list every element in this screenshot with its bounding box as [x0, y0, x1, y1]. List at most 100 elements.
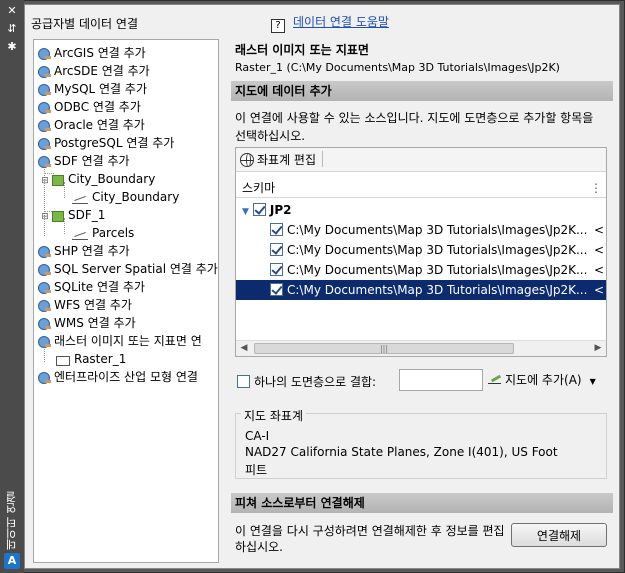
- disconnect-section-header: 피쳐 소스로부터 연결해제: [231, 493, 613, 513]
- tree-item-sql-server-spatial[interactable]: SQL Server Spatial 연결 추가: [38, 260, 218, 278]
- tree-item-label: 엔터프라이즈 산업 모형 연결: [54, 370, 198, 384]
- toolbar-separator: [322, 151, 324, 167]
- tree-item-label: SQL Server Spatial 연결 추가: [54, 262, 218, 276]
- tree-item-city-boundary-layer[interactable]: ⊟ City_Boundary: [40, 170, 155, 188]
- map-coord-system-label: 지도 좌표계: [241, 407, 307, 424]
- schema-column-label: 스키마: [242, 181, 276, 195]
- raster-row[interactable]: C:\My Documents\Map 3D Tutorials\Images\…: [236, 220, 606, 240]
- tree-item-label: City_Boundary: [92, 190, 180, 204]
- schema-group-checkbox[interactable]: [252, 203, 266, 216]
- disconnect-button[interactable]: 연결해제: [511, 523, 607, 547]
- scroll-right-icon[interactable]: ▶: [590, 341, 606, 356]
- edit-coord-system-label: 좌표계 편집: [257, 153, 317, 167]
- raster-row-overflow: <: [593, 243, 604, 257]
- scroll-left-icon[interactable]: ◀: [236, 341, 252, 356]
- grid-horizontal-scrollbar[interactable]: ◀ ||| ▶: [236, 340, 606, 356]
- edit-coord-system-button[interactable]: 좌표계 편집: [240, 153, 316, 167]
- tree-item-raster-1[interactable]: Raster_1: [56, 350, 126, 368]
- raster-row-checkbox[interactable]: [270, 263, 283, 276]
- column-chooser-icon[interactable]: ⋮: [590, 178, 602, 198]
- palette-side-strip: ✕ ⇵ ✱ 데이터 연결 A: [0, 0, 24, 573]
- tree-item-label: SDF_1: [68, 208, 106, 222]
- raster-row-selected[interactable]: C:\My Documents\Map 3D Tutorials\Images\…: [236, 280, 606, 300]
- tree-item-label: Parcels: [92, 226, 135, 240]
- schema-column-header[interactable]: 스키마 ⋮: [236, 178, 606, 198]
- disconnect-description: 이 연결을 다시 구성하려면 연결해제한 후 정보를 편집하십시오.: [235, 524, 505, 554]
- tree-item-odbc[interactable]: ODBC 연결 추가: [38, 98, 141, 116]
- feature-class-icon: [72, 194, 88, 204]
- plug-icon: [38, 282, 51, 294]
- raster-row-checkbox[interactable]: [270, 283, 283, 296]
- tree-item-postgresql[interactable]: PostgreSQL 연결 추가: [38, 134, 174, 152]
- plug-icon: [38, 138, 51, 150]
- raster-row-checkbox[interactable]: [270, 223, 283, 236]
- collapse-icon[interactable]: ⊟: [40, 208, 50, 226]
- collapse-icon[interactable]: ⊟: [40, 172, 50, 190]
- tree-item-label: Raster_1: [74, 352, 127, 366]
- tree-item-label: SDF 연결 추가: [54, 154, 130, 168]
- palette-title: 데이터 연결: [5, 491, 18, 551]
- plug-icon: [38, 120, 51, 132]
- tree-item-label: ArcSDE 연결 추가: [54, 64, 150, 78]
- data-connect-panel: 공급자별 데이터 연결 ArcGIS 연결 추가 ArcSDE 연결 추가 My…: [24, 4, 620, 569]
- raster-row-path: C:\My Documents\Map 3D Tutorials\Images\…: [287, 283, 588, 297]
- connection-source: Raster_1 (C:\My Documents\Map 3D Tutoria…: [235, 61, 560, 74]
- section-title: 래스터 이미지 또는 지표면: [235, 43, 369, 57]
- close-icon[interactable]: ✕: [4, 4, 20, 18]
- tree-item-sdf-1[interactable]: ⊟ SDF_1: [40, 206, 105, 224]
- plug-icon: [38, 48, 51, 60]
- plug-icon: [38, 318, 51, 330]
- raster-row-path: C:\My Documents\Map 3D Tutorials\Images\…: [287, 223, 588, 237]
- schema-group-row[interactable]: ▼ JP2: [236, 200, 606, 220]
- add-data-section-header: 지도에 데이터 추가: [231, 81, 613, 101]
- settings-icon[interactable]: ✱: [4, 40, 20, 54]
- raster-row-path: C:\My Documents\Map 3D Tutorials\Images\…: [287, 263, 588, 277]
- tree-item-arcsde[interactable]: ArcSDE 연결 추가: [38, 62, 150, 80]
- raster-icon: [56, 356, 70, 366]
- combine-checkbox[interactable]: [237, 375, 250, 388]
- tree-item-sqlite[interactable]: SQLite 연결 추가: [38, 278, 145, 296]
- tree-item-mysql[interactable]: MySQL 연결 추가: [38, 80, 147, 98]
- tree-item-city-boundary-feature[interactable]: City_Boundary: [72, 188, 179, 206]
- help-row: ? 데이터 연결 도움말: [271, 13, 389, 33]
- add-to-map-button[interactable]: 지도에 추가(A) ▼: [487, 369, 596, 391]
- expand-arrow-icon[interactable]: ▼: [242, 207, 249, 217]
- scrollbar-thumb[interactable]: |||: [254, 343, 514, 354]
- tree-item-label: 래스터 이미지 또는 지표면 연: [54, 334, 202, 348]
- pin-icon[interactable]: ⇵: [4, 22, 20, 36]
- tree-item-wms[interactable]: WMS 연결 추가: [38, 314, 136, 332]
- chevron-down-icon[interactable]: ▼: [590, 371, 596, 393]
- tree-item-label: Oracle 연결 추가: [54, 118, 145, 132]
- tree-item-label: SQLite 연결 추가: [54, 280, 145, 294]
- help-icon[interactable]: ?: [271, 19, 285, 33]
- tree-item-wfs[interactable]: WFS 연결 추가: [38, 296, 132, 314]
- combine-layer-name-input[interactable]: [399, 369, 483, 391]
- plug-icon: [38, 84, 51, 96]
- raster-row[interactable]: C:\My Documents\Map 3D Tutorials\Images\…: [236, 240, 606, 260]
- tree-item-label: PostgreSQL 연결 추가: [54, 136, 175, 150]
- help-link[interactable]: 데이터 연결 도움말: [293, 15, 389, 29]
- tree-item-enterprise-industry-model[interactable]: 엔터프라이즈 산업 모형 연결: [38, 368, 198, 386]
- tree-item-shp[interactable]: SHP 연결 추가: [38, 242, 130, 260]
- plug-icon: [38, 156, 51, 168]
- provider-tree[interactable]: ArcGIS 연결 추가 ArcSDE 연결 추가 MySQL 연결 추가 OD…: [33, 39, 219, 563]
- tree-item-label: ArcGIS 연결 추가: [54, 46, 146, 60]
- tree-item-parcels[interactable]: Parcels: [72, 224, 134, 242]
- tree-item-raster[interactable]: 래스터 이미지 또는 지표면 연: [38, 332, 202, 350]
- grid-toolbar: 좌표계 편집: [236, 148, 606, 172]
- plug-icon: [38, 246, 51, 258]
- tree-item-label: City_Boundary: [68, 172, 156, 186]
- layer-icon: [52, 211, 64, 222]
- raster-row-overflow: <: [593, 283, 604, 297]
- combine-option[interactable]: 하나의 도면층으로 결합:: [237, 369, 376, 395]
- add-data-description: 이 연결에 사용할 수 있는 소스입니다. 지도에 도면층으로 추가할 항목을 …: [235, 111, 594, 143]
- feature-class-icon: [72, 230, 88, 240]
- raster-row-overflow: <: [593, 223, 604, 237]
- raster-row-checkbox[interactable]: [270, 243, 283, 256]
- schema-group-label: JP2: [269, 203, 292, 217]
- raster-row[interactable]: C:\My Documents\Map 3D Tutorials\Images\…: [236, 260, 606, 280]
- tree-item-oracle[interactable]: Oracle 연결 추가: [38, 116, 145, 134]
- tree-item-arcgis[interactable]: ArcGIS 연결 추가: [38, 44, 146, 62]
- tree-item-sdf[interactable]: SDF 연결 추가: [38, 152, 130, 170]
- tree-item-label: MySQL 연결 추가: [54, 82, 147, 96]
